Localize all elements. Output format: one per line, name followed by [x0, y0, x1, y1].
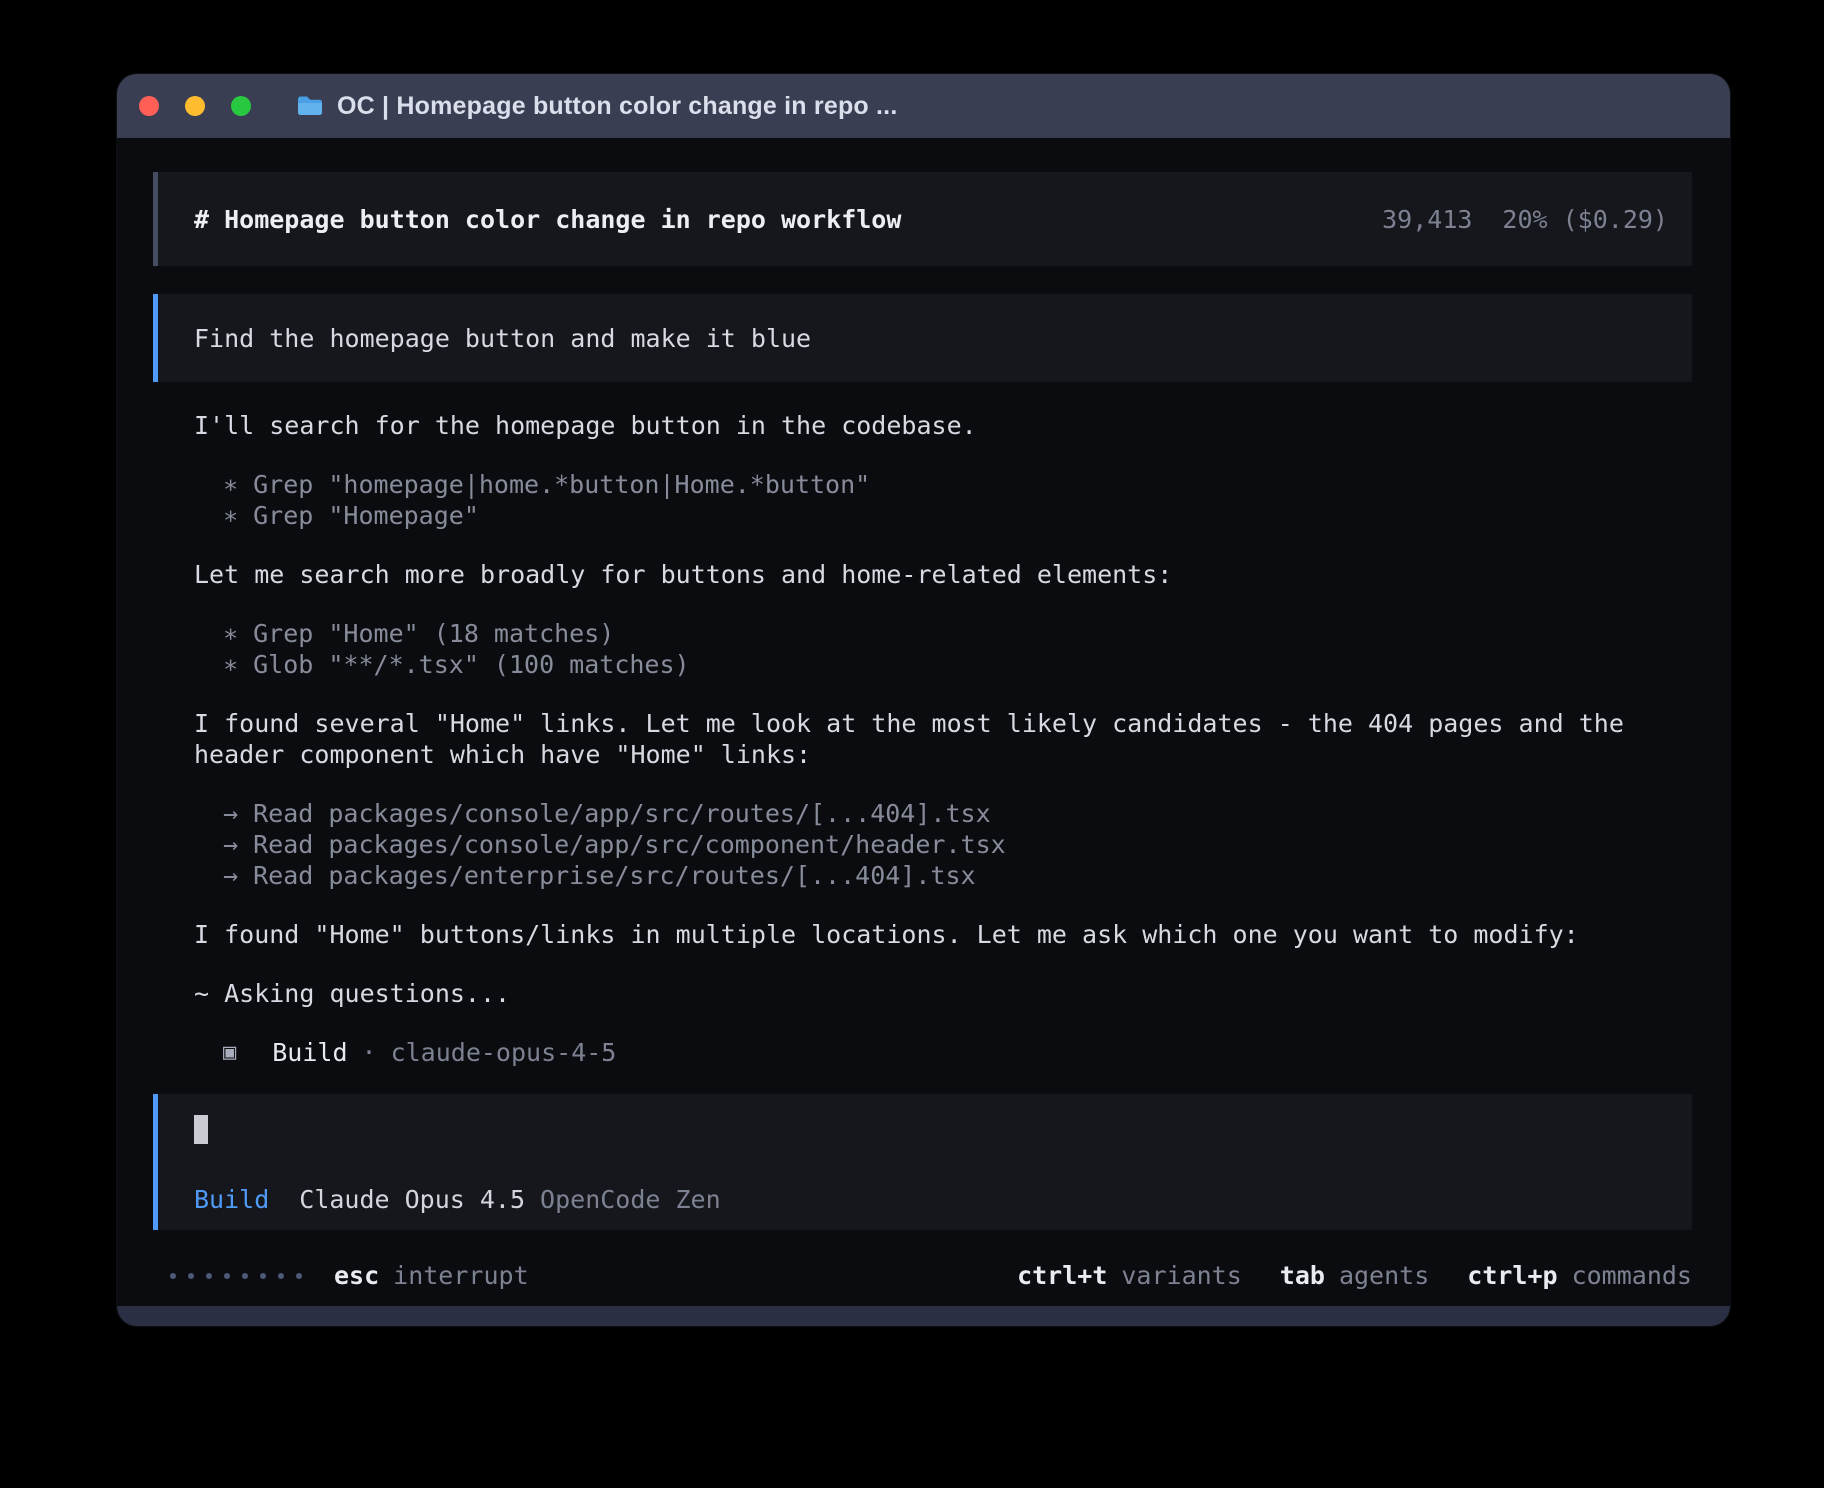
folder-icon	[296, 95, 324, 117]
provider-label: OpenCode Zen	[540, 1184, 721, 1215]
assistant-text: I found several "Home" links. Let me loo…	[153, 708, 1692, 770]
shortcut-label: variants	[1121, 1260, 1241, 1291]
agent-model: claude-opus-4-5	[391, 1037, 617, 1068]
tool-call-grep: ∗ Grep "Homepage"	[153, 500, 1692, 531]
tool-call-read: → Read packages/console/app/src/routes/[…	[153, 798, 1692, 829]
assistant-text: I found "Home" buttons/links in multiple…	[153, 919, 1692, 950]
close-button[interactable]	[139, 96, 159, 116]
shortcut-label: agents	[1339, 1260, 1429, 1291]
tool-call-group: ∗ Grep "homepage|home.*button|Home.*butt…	[153, 469, 1692, 531]
terminal-content: # Homepage button color change in repo w…	[117, 138, 1730, 1306]
status-bar: esc interrupt ctrl+t variants tab agents…	[153, 1260, 1692, 1291]
tool-call-read: → Read packages/enterprise/src/routes/[.…	[153, 860, 1692, 891]
tool-call-glob: ∗ Glob "**/*.tsx" (100 matches)	[153, 649, 1692, 680]
agent-name: Build	[272, 1037, 347, 1068]
zoom-button[interactable]	[231, 96, 251, 116]
assistant-text-line: I found several "Home" links. Let me loo…	[153, 708, 1692, 739]
progress-spinner	[170, 1273, 302, 1279]
window-bottom-chrome	[117, 1306, 1730, 1326]
status-text: ~ Asking questions...	[153, 978, 1692, 1009]
tool-call-grep: ∗ Grep "homepage|home.*button|Home.*butt…	[153, 469, 1692, 500]
session-stats: 39,413 20% ($0.29)	[1382, 204, 1668, 235]
tool-call-group: ∗ Grep "Home" (18 matches) ∗ Glob "**/*.…	[153, 618, 1692, 680]
text-cursor	[194, 1115, 208, 1144]
assistant-text: Let me search more broadly for buttons a…	[153, 559, 1692, 590]
status-left: esc interrupt	[170, 1260, 529, 1291]
user-message: Find the homepage button and make it blu…	[153, 294, 1692, 382]
window-titlebar[interactable]: OC | Homepage button color change in rep…	[117, 74, 1730, 138]
shortcut-key: ctrl+t	[1017, 1260, 1107, 1291]
shortcut-commands[interactable]: ctrl+p commands	[1467, 1260, 1692, 1291]
tool-call-read: → Read packages/console/app/src/componen…	[153, 829, 1692, 860]
model-selector[interactable]: Claude Opus 4.5	[299, 1184, 525, 1215]
shortcut-variants[interactable]: ctrl+t variants	[1017, 1260, 1242, 1291]
mode-selector[interactable]: Build	[194, 1184, 269, 1215]
shortcut-hints: ctrl+t variants tab agents ctrl+p comman…	[1017, 1260, 1692, 1291]
tool-call-grep: ∗ Grep "Home" (18 matches)	[153, 618, 1692, 649]
agent-icon: ▣	[223, 1037, 236, 1068]
assistant-text: I'll search for the homepage button in t…	[153, 410, 1692, 441]
window-title: OC | Homepage button color change in rep…	[337, 92, 897, 121]
esc-key[interactable]: esc	[334, 1260, 379, 1291]
agent-badge: ▣ Build · claude-opus-4-5	[153, 1037, 1692, 1068]
context-usage: 20% ($0.29)	[1502, 204, 1668, 235]
session-header: # Homepage button color change in repo w…	[153, 172, 1692, 266]
session-title: # Homepage button color change in repo w…	[194, 204, 901, 235]
terminal-window: OC | Homepage button color change in rep…	[117, 74, 1730, 1326]
traffic-lights	[139, 96, 251, 116]
esc-key-label: interrupt	[393, 1260, 528, 1291]
shortcut-key: ctrl+p	[1467, 1260, 1557, 1291]
shortcut-key: tab	[1280, 1260, 1325, 1291]
shortcut-label: commands	[1572, 1260, 1692, 1291]
shortcut-agents[interactable]: tab agents	[1280, 1260, 1429, 1291]
user-message-text: Find the homepage button and make it blu…	[194, 323, 811, 354]
tool-call-group: → Read packages/console/app/src/routes/[…	[153, 798, 1692, 891]
prompt-input[interactable]: Build Claude Opus 4.5 OpenCode Zen	[153, 1094, 1692, 1230]
token-count: 39,413	[1382, 204, 1472, 235]
input-mode-line: Build Claude Opus 4.5 OpenCode Zen	[194, 1184, 1668, 1215]
assistant-text-line: header component which have "Home" links…	[153, 739, 1692, 770]
badge-separator: ·	[362, 1037, 377, 1068]
minimize-button[interactable]	[185, 96, 205, 116]
